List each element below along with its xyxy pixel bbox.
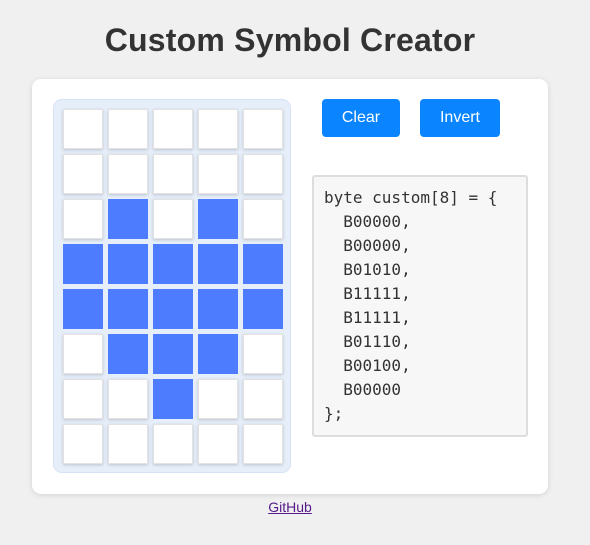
pixel-cell[interactable] [63, 199, 103, 239]
pixel-cell[interactable] [63, 109, 103, 149]
pixel-cell[interactable] [198, 379, 238, 419]
code-line: B11111, [324, 284, 411, 303]
main-card: Clear Invert byte custom[8] = { B00000, … [32, 79, 548, 494]
pixel-cell[interactable] [63, 424, 103, 464]
pixel-cell[interactable] [108, 289, 148, 329]
pixel-cell[interactable] [108, 244, 148, 284]
pixel-cell[interactable] [108, 199, 148, 239]
code-line: byte custom[8] = { [324, 188, 498, 207]
pixel-cell[interactable] [243, 289, 283, 329]
pixel-cell[interactable] [153, 379, 193, 419]
pixel-cell[interactable] [153, 334, 193, 374]
pixel-cell[interactable] [108, 109, 148, 149]
code-line: B01010, [324, 260, 411, 279]
pixel-cell[interactable] [198, 199, 238, 239]
pixel-cell[interactable] [153, 289, 193, 329]
pixel-cell[interactable] [243, 244, 283, 284]
pixel-cell[interactable] [198, 424, 238, 464]
pixel-cell[interactable] [108, 424, 148, 464]
pixel-cell[interactable] [243, 199, 283, 239]
pixel-cell[interactable] [153, 424, 193, 464]
code-line: B00100, [324, 356, 411, 375]
pixel-cell[interactable] [243, 334, 283, 374]
pixel-cell[interactable] [108, 154, 148, 194]
invert-button[interactable]: Invert [420, 99, 500, 137]
pixel-cell[interactable] [63, 154, 103, 194]
pixel-cell[interactable] [198, 334, 238, 374]
github-link[interactable]: GitHub [0, 499, 580, 515]
code-line: B01110, [324, 332, 411, 351]
code-line: B11111, [324, 308, 411, 327]
pixel-cell[interactable] [243, 154, 283, 194]
pixel-cell[interactable] [63, 244, 103, 284]
pixel-cell[interactable] [108, 334, 148, 374]
pixel-cell[interactable] [198, 154, 238, 194]
pixel-cell[interactable] [108, 379, 148, 419]
pixel-cell[interactable] [243, 379, 283, 419]
page-title: Custom Symbol Creator [104, 22, 476, 58]
pixel-cell[interactable] [198, 244, 238, 284]
pixel-cell[interactable] [153, 244, 193, 284]
pixel-cell[interactable] [243, 424, 283, 464]
code-line: B00000, [324, 212, 411, 231]
pixel-cell[interactable] [198, 289, 238, 329]
pixel-grid [63, 109, 283, 464]
pixel-cell[interactable] [243, 109, 283, 149]
code-output: byte custom[8] = { B00000, B00000, B0101… [312, 175, 528, 437]
code-line: B00000 [324, 380, 402, 399]
pixel-cell[interactable] [153, 109, 193, 149]
pixel-grid-panel [53, 99, 291, 473]
pixel-cell[interactable] [63, 379, 103, 419]
pixel-cell[interactable] [198, 109, 238, 149]
pixel-cell[interactable] [63, 334, 103, 374]
pixel-cell[interactable] [153, 154, 193, 194]
code-line: B00000, [324, 236, 411, 255]
pixel-cell[interactable] [63, 289, 103, 329]
code-line: }; [324, 404, 344, 423]
clear-button[interactable]: Clear [322, 99, 400, 137]
pixel-cell[interactable] [153, 199, 193, 239]
